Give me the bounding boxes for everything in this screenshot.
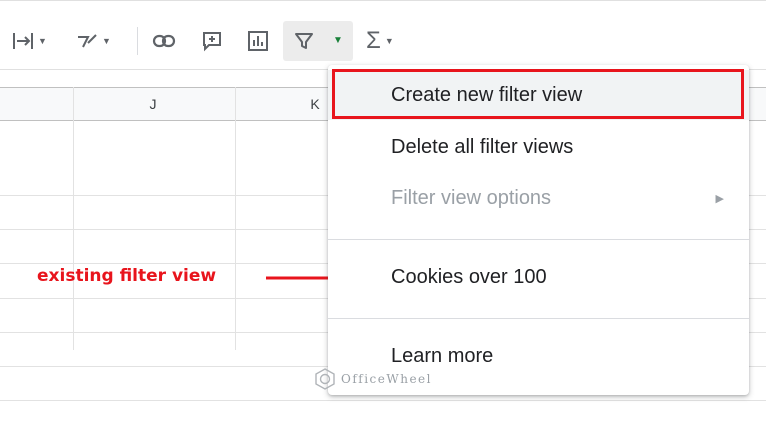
menu-divider (328, 239, 749, 240)
text-wrap-button[interactable]: ▼ (12, 23, 47, 59)
menu-item-label: Learn more (391, 344, 494, 367)
highlight-box (332, 69, 744, 119)
chevron-down-icon: ▼ (384, 36, 394, 46)
watermark: OfficeWheel (313, 367, 432, 391)
insert-link-icon (152, 34, 176, 48)
text-wrap-icon (13, 33, 33, 49)
insert-link-button[interactable] (152, 23, 176, 59)
menu-item-filter-view-options[interactable]: Filter view options ▶ (328, 173, 749, 223)
filter-button[interactable] (293, 23, 315, 59)
text-rotation-button[interactable]: ▼ (76, 23, 111, 59)
chevron-down-icon: ▼ (38, 36, 47, 46)
column-header-k[interactable]: K (305, 96, 325, 112)
filter-icon (295, 33, 313, 49)
insert-chart-icon (248, 31, 268, 51)
functions-icon: Σ (366, 27, 381, 54)
grid-line (235, 87, 236, 350)
filter-views-menu: Create new filter view Delete all filter… (328, 65, 749, 395)
menu-item-cookies-over-100[interactable]: Cookies over 100 (328, 252, 749, 302)
menu-item-label: Filter view options (391, 186, 552, 209)
grid-line (0, 400, 766, 401)
insert-chart-button[interactable] (247, 23, 269, 59)
chevron-down-icon: ▼ (102, 36, 111, 46)
annotation-label: existing filter view (37, 266, 217, 286)
insert-comment-button[interactable] (201, 23, 223, 59)
watermark-text: OfficeWheel (341, 372, 432, 386)
submenu-arrow-icon: ▶ (715, 192, 724, 205)
grid-line (73, 87, 74, 350)
column-header-j[interactable]: J (143, 96, 163, 112)
menu-item-label: Delete all filter views (391, 135, 574, 158)
insert-comment-icon (203, 32, 221, 52)
text-rotation-icon (78, 34, 97, 48)
menu-item-label: Cookies over 100 (391, 265, 547, 288)
menu-item-delete-all-filter-views[interactable]: Delete all filter views (328, 122, 749, 172)
toolbar-divider (137, 27, 138, 55)
functions-button[interactable]: Σ ▼ (366, 23, 394, 59)
menu-divider (328, 318, 749, 319)
toolbar: ▼ ▼ ▼ Σ ▼ (0, 0, 766, 70)
filter-views-dropdown-button[interactable]: ▼ (333, 35, 343, 46)
officewheel-logo-icon (315, 368, 335, 390)
